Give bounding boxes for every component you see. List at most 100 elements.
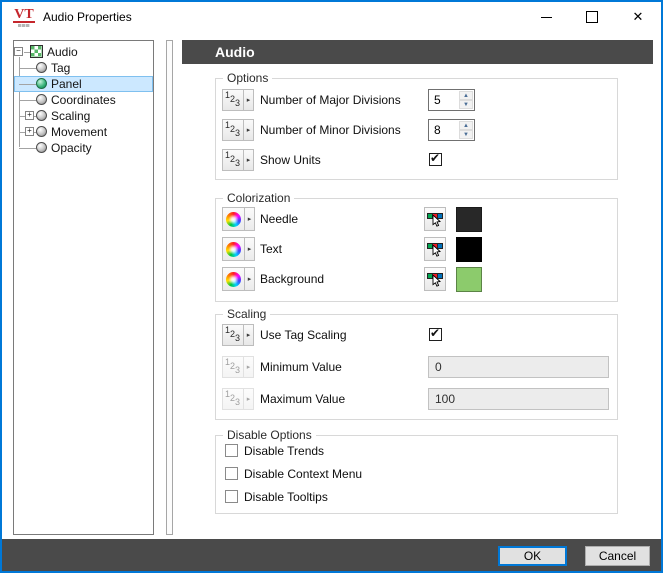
- cancel-button[interactable]: Cancel: [585, 546, 650, 566]
- needle-color-wheel-button[interactable]: ▸: [222, 207, 255, 231]
- tree-item-label: Panel: [51, 77, 82, 91]
- tree-item-scaling[interactable]: + Scaling: [14, 108, 153, 124]
- tree-item-audio[interactable]: − Audio: [14, 44, 153, 60]
- field-label: Number of Minor Divisions: [260, 123, 401, 137]
- numeric-123-icon: 123: [223, 357, 243, 377]
- gray-ball-icon: [36, 126, 47, 137]
- show-units-checkbox[interactable]: ✔: [429, 151, 442, 166]
- field-label: Disable Trends: [244, 444, 325, 458]
- spinner-value[interactable]: 5: [429, 90, 458, 110]
- group-title: Scaling: [223, 307, 271, 322]
- dropdown-arrow-icon[interactable]: ▸: [244, 238, 254, 260]
- spinner-down-icon[interactable]: ▼: [459, 130, 473, 139]
- numeric-source-button[interactable]: 123 ▸: [222, 119, 254, 141]
- numeric-source-button[interactable]: 123 ▸: [222, 89, 254, 111]
- field-label: Needle: [260, 212, 299, 226]
- footer-bar: OK Cancel: [2, 539, 661, 571]
- maximize-icon: [586, 11, 598, 23]
- text-color-swatch: [456, 237, 482, 262]
- close-icon: ✕: [632, 9, 644, 24]
- expand-icon[interactable]: +: [25, 127, 34, 136]
- tree-item-panel[interactable]: Panel: [14, 76, 153, 92]
- field-label: Background: [260, 272, 325, 286]
- color-wheel-icon: [226, 241, 241, 257]
- disable-context-menu-checkbox[interactable]: [225, 467, 238, 480]
- field-label: Maximum Value: [260, 392, 346, 406]
- minimize-icon: [540, 16, 552, 18]
- tree-item-coordinates[interactable]: Coordinates: [14, 92, 153, 108]
- needle-color-picker-button[interactable]: [424, 207, 446, 231]
- panel-splitter[interactable]: [166, 40, 173, 535]
- numeric-123-icon: 123: [223, 90, 243, 110]
- spinner-up-icon[interactable]: ▲: [459, 91, 473, 100]
- tree-item-label: Opacity: [51, 141, 92, 155]
- dropdown-arrow-icon[interactable]: ▸: [243, 120, 253, 140]
- disable-trends-checkbox[interactable]: [225, 444, 238, 457]
- field-label: Text: [260, 242, 283, 256]
- tree-item-label: Scaling: [51, 109, 91, 123]
- background-color-picker-button[interactable]: [424, 267, 446, 291]
- numeric-123-icon: 123: [223, 150, 243, 170]
- vt-logo-bar: [18, 23, 30, 27]
- field-label: Use Tag Scaling: [260, 328, 347, 342]
- color-picker-icon: [427, 212, 443, 227]
- spinner-value[interactable]: 8: [429, 120, 458, 140]
- close-button[interactable]: ✕: [615, 2, 661, 32]
- numeric-123-icon: 123: [223, 325, 243, 345]
- numeric-123-icon: 123: [223, 120, 243, 140]
- maximum-value-field: 100: [428, 388, 609, 410]
- colorization-group: Colorization ▸ Needle ▸ Text ▸ Backgroun…: [215, 191, 618, 302]
- dropdown-arrow-icon[interactable]: ▸: [243, 90, 253, 110]
- dropdown-arrow-icon[interactable]: ▸: [243, 325, 253, 345]
- background-color-wheel-button[interactable]: ▸: [222, 267, 255, 291]
- expand-icon[interactable]: +: [25, 111, 34, 120]
- collapse-icon[interactable]: −: [14, 47, 23, 56]
- field-label: Disable Context Menu: [244, 467, 363, 481]
- dropdown-arrow-icon: ▸: [243, 389, 253, 409]
- page-title: Audio: [182, 40, 653, 64]
- dropdown-arrow-icon[interactable]: ▸: [244, 208, 254, 230]
- spinner-up-icon[interactable]: ▲: [459, 121, 473, 130]
- dropdown-arrow-icon[interactable]: ▸: [244, 268, 254, 290]
- disable-tooltips-checkbox[interactable]: [225, 490, 238, 503]
- minimize-button[interactable]: [523, 2, 569, 32]
- text-color-picker-button[interactable]: [424, 237, 446, 261]
- maximize-button[interactable]: [569, 2, 615, 32]
- text-color-wheel-button[interactable]: ▸: [222, 237, 255, 261]
- checker-icon: [30, 45, 43, 58]
- tree-item-opacity[interactable]: Opacity: [14, 140, 153, 156]
- use-tag-scaling-checkbox[interactable]: ✔: [429, 326, 442, 341]
- tree-item-tag[interactable]: Tag: [14, 60, 153, 76]
- tree-item-label: Movement: [51, 125, 108, 139]
- tree-item-label: Coordinates: [51, 93, 116, 107]
- tree-item-label: Tag: [51, 61, 71, 75]
- dropdown-arrow-icon: ▸: [243, 357, 253, 377]
- background-color-swatch: [456, 267, 482, 292]
- numeric-source-button-disabled: 123 ▸: [222, 356, 254, 378]
- field-label: Number of Major Divisions: [260, 93, 401, 107]
- vt-logo-text: VT: [13, 6, 35, 23]
- property-tree-panel: − Audio Tag Panel Coordinates + Scaling …: [13, 40, 154, 535]
- gray-ball-icon: [36, 110, 47, 121]
- field-label: Minimum Value: [260, 360, 342, 374]
- minor-divisions-spinner[interactable]: 8 ▲ ▼: [428, 119, 475, 141]
- gray-ball-icon: [36, 94, 47, 105]
- spinner-down-icon[interactable]: ▼: [459, 100, 473, 109]
- color-picker-icon: [427, 272, 443, 287]
- title-bar: VT Audio Properties ✕: [2, 2, 661, 32]
- major-divisions-spinner[interactable]: 5 ▲ ▼: [428, 89, 475, 111]
- needle-color-swatch: [456, 207, 482, 232]
- dropdown-arrow-icon[interactable]: ▸: [243, 150, 253, 170]
- color-wheel-icon: [226, 211, 241, 227]
- numeric-source-button[interactable]: 123 ▸: [222, 324, 254, 346]
- numeric-source-button[interactable]: 123 ▸: [222, 149, 254, 171]
- gray-ball-icon: [36, 62, 47, 73]
- numeric-source-button-disabled: 123 ▸: [222, 388, 254, 410]
- ok-button[interactable]: OK: [498, 546, 567, 566]
- field-label: Disable Tooltips: [244, 490, 328, 504]
- group-title: Options: [223, 71, 273, 86]
- color-wheel-icon: [226, 271, 241, 287]
- field-label: Show Units: [260, 153, 321, 167]
- tree-item-movement[interactable]: + Movement: [14, 124, 153, 140]
- group-title: Colorization: [223, 191, 295, 206]
